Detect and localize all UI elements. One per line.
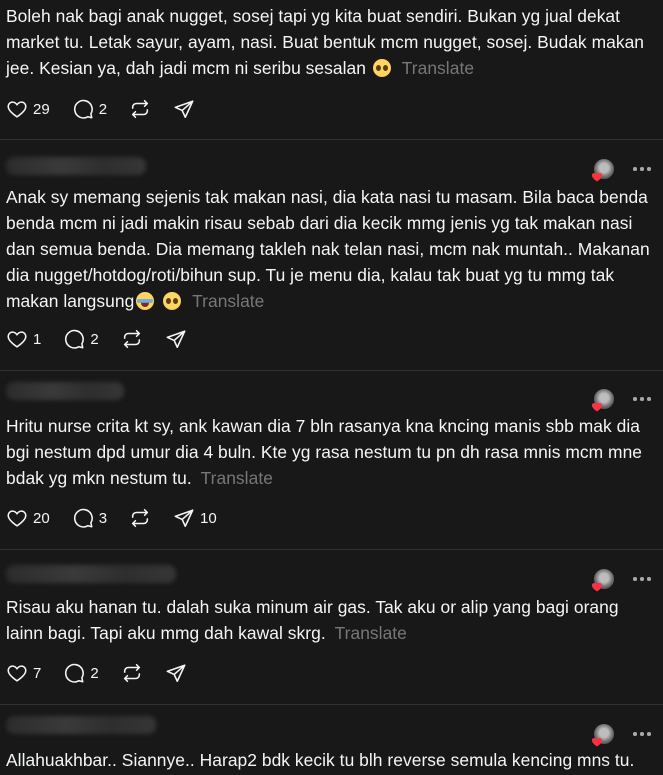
red-heart-icon [591,583,603,592]
heart-outline-icon [7,510,27,527]
reply-count: 2 [98,100,108,118]
paper-plane-icon [166,330,186,349]
repost-arrows-icon [123,663,140,683]
author-liked-badge [591,568,615,592]
heart-outline-icon [7,331,27,348]
post-text: Anak sy memang sejenis tak makan nasi, d… [6,184,653,314]
username-redacted [6,716,156,734]
speech-bubble-icon [73,99,93,119]
post-body: Risau aku hanan tu. dalah suka minum air… [6,597,619,643]
more-dots-icon[interactable] [633,731,651,737]
post-body: Anak sy memang sejenis tak makan nasi, d… [6,187,650,311]
paper-plane-icon [166,664,186,683]
more-dots-icon[interactable] [633,166,651,172]
more-dots-icon[interactable] [633,396,651,402]
speech-bubble-icon [65,329,85,349]
paper-plane-icon [174,100,194,119]
post-body: Allahuakhbar.. Siannye.. Harap2 bdk keci… [6,750,635,770]
reply-button[interactable]: 3 [72,507,107,529]
reply-post: Allahuakhbar.. Siannye.. Harap2 bdk keci… [0,705,663,775]
heart-outline-icon [7,101,27,118]
translate-link[interactable]: Translate [335,623,407,643]
reply-button[interactable]: 2 [72,98,107,120]
reply-count: 2 [90,664,99,682]
author-liked-badge [591,158,615,182]
post-body: Hritu nurse crita kt sy, ank kawan dia 7… [6,416,643,488]
like-button[interactable]: 29 [6,98,50,120]
speech-bubble-icon [65,663,85,683]
reply-count: 3 [98,509,108,527]
post-text: Hritu nurse crita kt sy, ank kawan dia 7… [6,413,653,491]
post-text: Risau aku hanan tu. dalah suka minum air… [6,594,653,646]
reply-button[interactable]: 2 [63,328,99,350]
like-count: 20 [33,509,50,527]
like-count: 7 [33,664,42,682]
post-text: Boleh nak bagi anak nugget, sosej tapi y… [6,3,653,81]
post-actions: 20 3 10 [6,506,239,530]
repost-arrows-icon [131,508,149,528]
paper-plane-icon [174,509,194,528]
translate-link[interactable]: Translate [402,58,474,78]
repost-arrows-icon [123,329,140,349]
author-liked-badge [591,723,615,747]
reply-post: Hritu nurse crita kt sy, ank kawan dia 7… [0,371,663,549]
post-text: Allahuakhbar.. Siannye.. Harap2 bdk keci… [6,747,653,773]
like-button[interactable]: 20 [6,507,50,529]
repost-arrows-icon [131,99,149,119]
like-button[interactable]: 1 [6,328,41,350]
username-redacted [6,565,176,583]
post-actions: 29 2 [6,97,217,121]
translate-link[interactable]: Translate [192,291,264,311]
like-count: 29 [33,100,50,118]
pleading-face-icon [372,59,391,77]
pleading-face-icon [163,292,182,310]
red-heart-icon [591,173,603,182]
share-button[interactable] [165,662,187,684]
repost-button[interactable] [121,328,143,350]
more-dots-icon[interactable] [633,576,651,582]
thread-replies-feed: Boleh nak bagi anak nugget, sosej tapi y… [0,0,663,775]
share-count: 10 [200,509,217,527]
red-heart-icon [591,403,603,412]
translate-link[interactable]: Translate [201,468,273,488]
post-actions: 7 2 [6,661,209,685]
reply-post: Risau aku hanan tu. dalah suka minum air… [0,550,663,704]
heart-outline-icon [7,665,27,682]
reply-post: Anak sy memang sejenis tak makan nasi, d… [0,140,663,370]
repost-button[interactable] [129,507,151,529]
share-button[interactable] [165,328,187,350]
reply-post: Boleh nak bagi anak nugget, sosej tapi y… [0,0,663,139]
author-liked-badge [591,388,615,412]
like-count: 1 [33,330,42,348]
username-redacted [6,157,146,175]
reply-count: 2 [90,330,99,348]
loudly-crying-face-icon [136,292,155,310]
repost-button[interactable] [121,662,143,684]
like-button[interactable]: 7 [6,662,41,684]
share-button[interactable] [173,98,195,120]
post-actions: 1 2 [6,327,209,351]
speech-bubble-icon [73,508,93,528]
repost-button[interactable] [129,98,151,120]
reply-button[interactable]: 2 [63,662,99,684]
username-redacted [6,382,124,400]
share-button[interactable]: 10 [173,507,217,529]
post-body: Boleh nak bagi anak nugget, sosej tapi y… [6,6,645,78]
